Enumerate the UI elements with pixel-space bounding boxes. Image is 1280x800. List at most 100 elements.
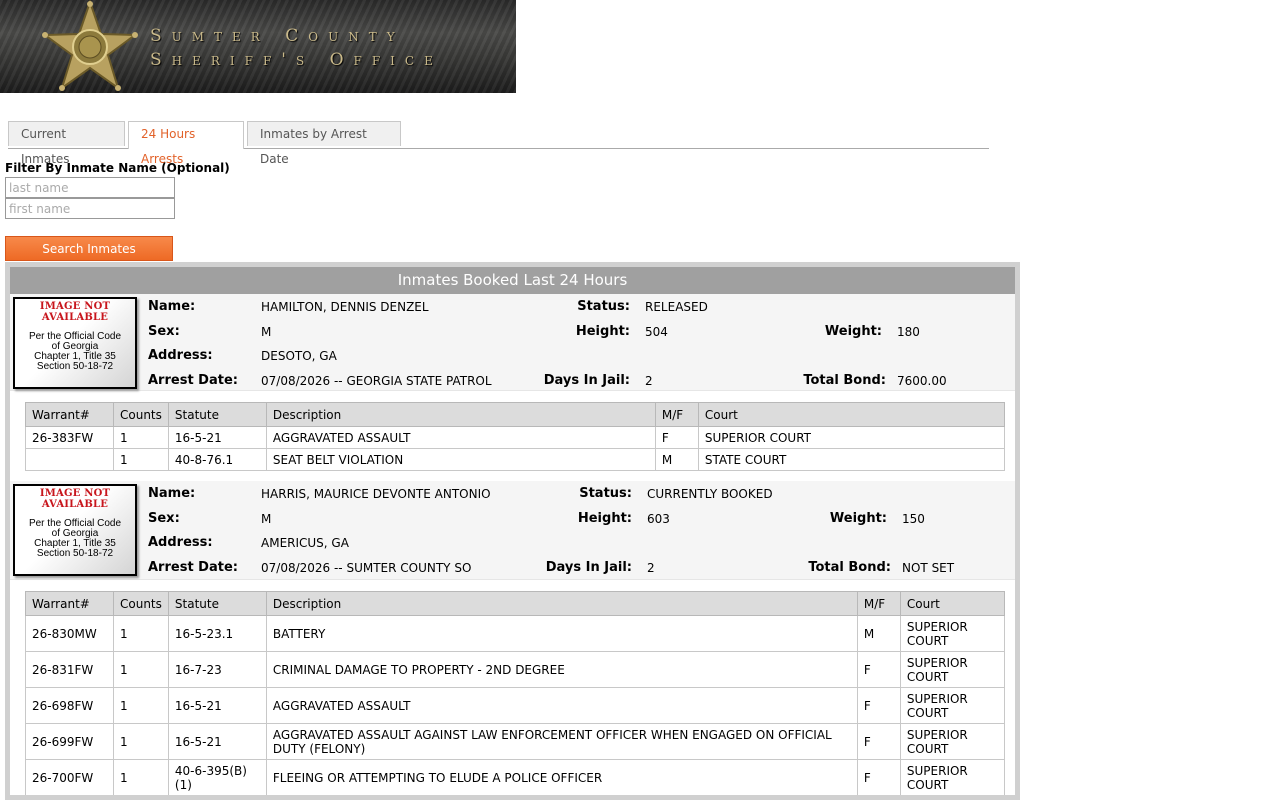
inmate-record: IMAGE NOT AVAILABLE Per the Official Cod… [10, 481, 1015, 580]
no-image-title: IMAGE NOT AVAILABLE [39, 301, 111, 323]
inmate-height: 603 [647, 512, 670, 526]
warrant-mf: F [856, 723, 901, 760]
tab-current-inmates[interactable]: Current Inmates [8, 121, 125, 166]
tab-bar: Current Inmates 24 Hours Arrests Inmates… [8, 121, 989, 166]
inmate-arrest-date: 07/08/2026 -- GEORGIA STATE PATROL [261, 374, 492, 388]
no-image-line: Section 50-18-72 [36, 548, 114, 559]
height-label: Height: [577, 511, 632, 526]
warrants-table: Warrant# Counts Statute Description M/F … [25, 591, 1006, 795]
warrant-number: 26-699FW [25, 723, 114, 760]
warrant-court: STATE COURT [697, 448, 1006, 471]
warrant-description: BATTERY [265, 615, 858, 652]
warrant-mf: F [856, 651, 901, 688]
col-warrant: Warrant# [25, 402, 114, 427]
image-not-available-placeholder: IMAGE NOT AVAILABLE Per the Official Cod… [13, 484, 137, 576]
inmate-address: DESOTO, GA [261, 349, 337, 363]
warrant-court: SUPERIOR COURT [899, 651, 1006, 688]
results-title: Inmates Booked Last 24 Hours [10, 267, 1015, 294]
image-not-available-placeholder: IMAGE NOT AVAILABLE Per the Official Cod… [13, 297, 137, 389]
warrant-statute: 16-5-21 [167, 723, 267, 760]
sex-label: Sex: [148, 511, 180, 526]
warrant-counts: 1 [113, 448, 169, 471]
warrant-number: 26-698FW [25, 687, 114, 724]
banner-title-line1: Sumter County [150, 26, 405, 46]
warrant-statute: 16-5-23.1 [167, 615, 267, 652]
warrant-mf: F [654, 426, 699, 449]
last-name-input[interactable] [5, 177, 175, 198]
address-label: Address: [148, 348, 213, 363]
name-label: Name: [148, 299, 196, 314]
warrant-description: AGGRAVATED ASSAULT [265, 687, 858, 724]
warrant-number: 26-830MW [25, 615, 114, 652]
warrant-counts: 1 [113, 759, 169, 795]
inmate-weight: 180 [897, 325, 920, 339]
col-description: Description [265, 591, 858, 616]
arrest-date-label: Arrest Date: [148, 560, 238, 575]
warrant-mf: F [856, 759, 901, 795]
col-description: Description [265, 402, 656, 427]
warrant-court: SUPERIOR COURT [697, 426, 1006, 449]
warrant-court: SUPERIOR COURT [899, 723, 1006, 760]
warrant-counts: 1 [113, 651, 169, 688]
inmate-record: IMAGE NOT AVAILABLE Per the Official Cod… [10, 294, 1015, 391]
address-label: Address: [148, 535, 213, 550]
warrants-table: Warrant# Counts Statute Description M/F … [25, 402, 1006, 471]
warrant-mf: F [856, 687, 901, 724]
table-row: 26-831FW 1 16-7-23 CRIMINAL DAMAGE TO PR… [25, 651, 1006, 688]
warrant-statute: 16-7-23 [167, 651, 267, 688]
col-court: Court [697, 402, 1006, 427]
status-label: Status: [579, 486, 632, 501]
inmate-name: HAMILTON, DENNIS DENZEL [261, 300, 429, 314]
table-row: 1 40-8-76.1 SEAT BELT VIOLATION M STATE … [25, 448, 1006, 471]
first-name-input[interactable] [5, 198, 175, 219]
sheriff-star-badge-icon [42, 0, 138, 91]
banner-title-line2: Sheriff's Office [150, 50, 443, 70]
table-row: 26-700FW 1 40-6-395(B)(1) FLEEING OR ATT… [25, 759, 1006, 795]
header-banner: Sumter County Sheriff's Office [0, 0, 516, 93]
warrant-court: SUPERIOR COURT [899, 615, 1006, 652]
arrest-date-label: Arrest Date: [148, 373, 238, 388]
warrant-number: 26-831FW [25, 651, 114, 688]
warrant-court: SUPERIOR COURT [899, 759, 1006, 795]
warrant-mf: M [654, 448, 699, 471]
warrants-header-row: Warrant# Counts Statute Description M/F … [25, 591, 1006, 616]
inmate-total-bond: 7600.00 [897, 374, 947, 388]
warrant-statute: 16-5-21 [167, 426, 267, 449]
days-in-jail-label: Days In Jail: [545, 560, 632, 575]
warrant-counts: 1 [113, 426, 169, 449]
warrant-description: SEAT BELT VIOLATION [265, 448, 656, 471]
warrant-description: AGGRAVATED ASSAULT [265, 426, 656, 449]
col-counts: Counts [113, 591, 169, 616]
height-label: Height: [575, 324, 630, 339]
table-row: 26-698FW 1 16-5-21 AGGRAVATED ASSAULT F … [25, 687, 1006, 724]
total-bond-label: Total Bond: [808, 560, 891, 575]
inmate-days-in-jail: 2 [645, 374, 653, 388]
inmate-arrest-date: 07/08/2026 -- SUMTER COUNTY SO [261, 561, 472, 575]
weight-label: Weight: [829, 511, 887, 526]
warrant-statute: 40-6-395(B)(1) [167, 759, 267, 795]
col-court: Court [899, 591, 1006, 616]
table-row: 26-830MW 1 16-5-23.1 BATTERY M SUPERIOR … [25, 615, 1006, 652]
inmate-days-in-jail: 2 [647, 561, 655, 575]
col-counts: Counts [113, 402, 169, 427]
col-mf: M/F [856, 591, 901, 616]
no-image-title: IMAGE NOT AVAILABLE [39, 488, 111, 510]
col-warrant: Warrant# [25, 591, 114, 616]
inmate-total-bond: NOT SET [902, 561, 955, 575]
warrant-description: CRIMINAL DAMAGE TO PROPERTY - 2ND DEGREE [265, 651, 858, 688]
warrant-number [25, 448, 114, 471]
tab-24-hours-arrests[interactable]: 24 Hours Arrests [128, 121, 244, 166]
warrant-court: SUPERIOR COURT [899, 687, 1006, 724]
warrant-statute: 16-5-21 [167, 687, 267, 724]
warrant-number: 26-383FW [25, 426, 114, 449]
col-statute: Statute [167, 402, 267, 427]
inmate-height: 504 [645, 325, 668, 339]
warrants-header-row: Warrant# Counts Statute Description M/F … [25, 402, 1006, 427]
tab-inmates-by-arrest-date[interactable]: Inmates by Arrest Date [247, 121, 401, 166]
inmate-address: AMERICUS, GA [261, 536, 349, 550]
search-inmates-button[interactable]: Search Inmates [5, 236, 173, 261]
warrant-statute: 40-8-76.1 [167, 448, 267, 471]
inmate-name: HARRIS, MAURICE DEVONTE ANTONIO [261, 487, 491, 501]
warrant-number: 26-700FW [25, 759, 114, 795]
sex-label: Sex: [148, 324, 180, 339]
